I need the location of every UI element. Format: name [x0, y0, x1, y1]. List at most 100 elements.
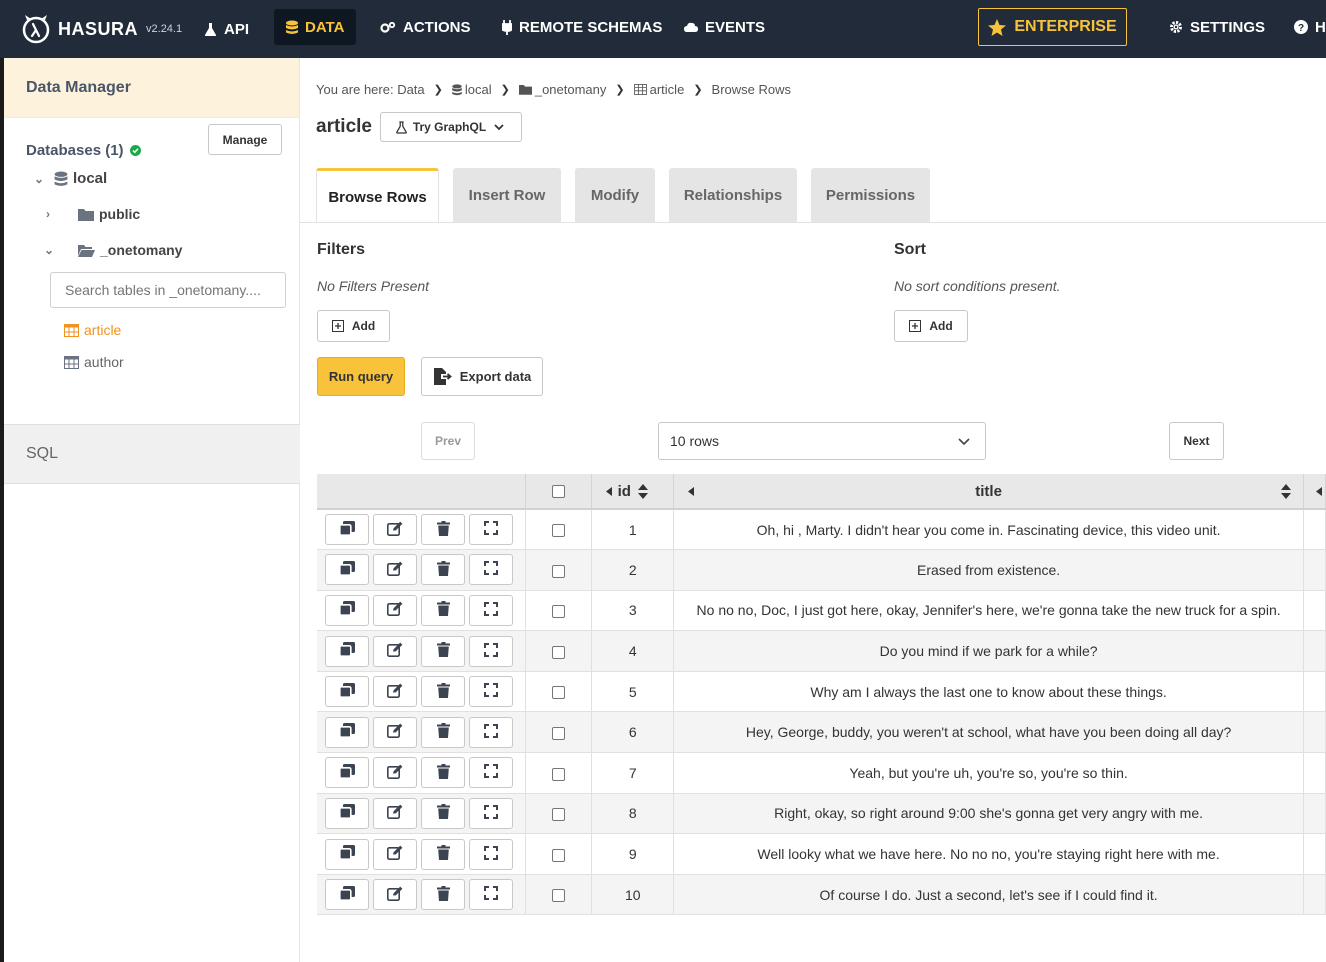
try-graphql-button[interactable]: Try GraphQL [380, 112, 522, 142]
delete-row-button[interactable] [421, 514, 465, 546]
select-all-checkbox[interactable] [552, 485, 566, 499]
add-filter-button[interactable]: Add [317, 310, 390, 342]
cell-id[interactable]: 1 [591, 509, 675, 551]
expand-row-button[interactable] [469, 797, 513, 829]
cell-title[interactable]: Do you mind if we park for a while? [673, 630, 1305, 672]
caret-left-icon[interactable] [606, 487, 613, 496]
tree-schema-onetomany[interactable]: ⌄ _onetomany [44, 242, 182, 258]
edit-row-button[interactable] [373, 594, 417, 626]
clone-row-button[interactable] [325, 879, 369, 911]
row-checkbox[interactable] [552, 889, 566, 903]
cell-id[interactable]: 4 [591, 630, 675, 672]
row-checkbox[interactable] [552, 727, 566, 741]
row-checkbox[interactable] [552, 524, 566, 538]
chevron-right-icon[interactable]: › [46, 207, 78, 221]
edit-row-button[interactable] [373, 797, 417, 829]
sidebar-sql[interactable]: SQL [4, 424, 300, 484]
expand-row-button[interactable] [469, 514, 513, 546]
tab-browse-rows[interactable]: Browse Rows [316, 168, 439, 223]
cell-title[interactable]: No no no, Doc, I just got here, okay, Je… [673, 590, 1305, 632]
breadcrumb-prefix[interactable]: You are here: Data [316, 82, 425, 97]
enterprise-button[interactable]: ENTERPRISE [978, 8, 1127, 46]
expand-row-button[interactable] [469, 554, 513, 586]
tab-permissions[interactable]: Permissions [811, 168, 930, 222]
chevron-down-icon[interactable]: ⌄ [44, 243, 78, 257]
nav-data[interactable]: DATA [274, 9, 357, 45]
row-checkbox[interactable] [552, 767, 566, 781]
nav-api[interactable]: API [192, 11, 261, 47]
cell-title[interactable]: Hey, George, buddy, you weren't at schoo… [673, 711, 1305, 754]
breadcrumb-table[interactable]: article [650, 82, 685, 97]
nav-remote-schemas[interactable]: REMOTE SCHEMAS [490, 9, 674, 45]
cell-title[interactable]: Yeah, but you're uh, you're so, you're s… [673, 752, 1305, 794]
expand-row-button[interactable] [469, 594, 513, 626]
cell-title[interactable]: Of course I do. Just a second, let's see… [673, 874, 1305, 916]
tab-modify[interactable]: Modify [575, 168, 655, 222]
row-checkbox[interactable] [552, 605, 566, 619]
clone-row-button[interactable] [325, 554, 369, 586]
delete-row-button[interactable] [421, 635, 465, 667]
edit-row-button[interactable] [373, 676, 417, 708]
nav-settings[interactable]: SETTINGS [1157, 9, 1277, 45]
expand-row-button[interactable] [469, 838, 513, 870]
edit-row-button[interactable] [373, 514, 417, 546]
delete-row-button[interactable] [421, 554, 465, 586]
nav-actions[interactable]: ACTIONS [368, 9, 483, 45]
expand-row-button[interactable] [469, 676, 513, 708]
cell-title[interactable]: Oh, hi , Marty. I didn't hear you come i… [673, 509, 1305, 551]
cell-id[interactable]: 10 [591, 874, 675, 916]
delete-row-button[interactable] [421, 716, 465, 748]
cell-id[interactable]: 2 [591, 549, 675, 591]
cell-title[interactable]: Well looky what we have here. No no no, … [673, 833, 1305, 875]
clone-row-button[interactable] [325, 716, 369, 748]
expand-row-button[interactable] [469, 879, 513, 911]
run-query-button[interactable]: Run query [317, 357, 405, 396]
cell-title[interactable]: Why am I always the last one to know abo… [673, 671, 1305, 713]
clone-row-button[interactable] [325, 676, 369, 708]
cell-id[interactable]: 8 [591, 793, 675, 835]
clone-row-button[interactable] [325, 594, 369, 626]
column-header-title[interactable]: title [673, 474, 1305, 510]
delete-row-button[interactable] [421, 879, 465, 911]
cell-title[interactable]: Right, okay, so right around 9:00 she's … [673, 793, 1305, 835]
edit-row-button[interactable] [373, 757, 417, 789]
nav-events[interactable]: EVENTS [672, 9, 777, 45]
brand[interactable]: HASURA v2.24.1 [20, 13, 182, 45]
tree-schema-public[interactable]: › public [46, 206, 140, 222]
clone-row-button[interactable] [325, 514, 369, 546]
sort-icon[interactable] [1281, 484, 1292, 499]
delete-row-button[interactable] [421, 594, 465, 626]
edit-row-button[interactable] [373, 716, 417, 748]
clone-row-button[interactable] [325, 757, 369, 789]
edit-row-button[interactable] [373, 879, 417, 911]
expand-row-button[interactable] [469, 757, 513, 789]
sidebar-table-article[interactable]: article [64, 322, 121, 338]
delete-row-button[interactable] [421, 757, 465, 789]
row-checkbox[interactable] [552, 686, 566, 700]
expand-row-button[interactable] [469, 716, 513, 748]
next-page-button[interactable]: Next [1169, 422, 1224, 460]
clone-row-button[interactable] [325, 635, 369, 667]
expand-row-button[interactable] [469, 635, 513, 667]
delete-row-button[interactable] [421, 676, 465, 708]
clone-row-button[interactable] [325, 838, 369, 870]
edit-row-button[interactable] [373, 635, 417, 667]
row-checkbox[interactable] [552, 848, 566, 862]
tab-insert-row[interactable]: Insert Row [453, 168, 561, 222]
delete-row-button[interactable] [421, 838, 465, 870]
data-manager-header[interactable]: Data Manager [4, 58, 299, 118]
chevron-down-icon[interactable]: ⌄ [34, 172, 54, 186]
prev-page-button[interactable]: Prev [421, 422, 475, 460]
rows-per-page-select[interactable]: 10 rows [658, 422, 986, 460]
breadcrumb-local[interactable]: local [465, 82, 492, 97]
cell-id[interactable]: 6 [591, 711, 675, 754]
cell-id[interactable]: 7 [591, 752, 675, 794]
search-tables-input[interactable] [50, 272, 286, 308]
edit-row-button[interactable] [373, 554, 417, 586]
sidebar-table-author[interactable]: author [64, 354, 124, 370]
cell-id[interactable]: 3 [591, 590, 675, 632]
caret-left-icon[interactable] [1316, 487, 1323, 496]
cell-id[interactable]: 9 [591, 833, 675, 875]
edit-row-button[interactable] [373, 838, 417, 870]
tree-db-local[interactable]: ⌄ local [34, 170, 107, 187]
